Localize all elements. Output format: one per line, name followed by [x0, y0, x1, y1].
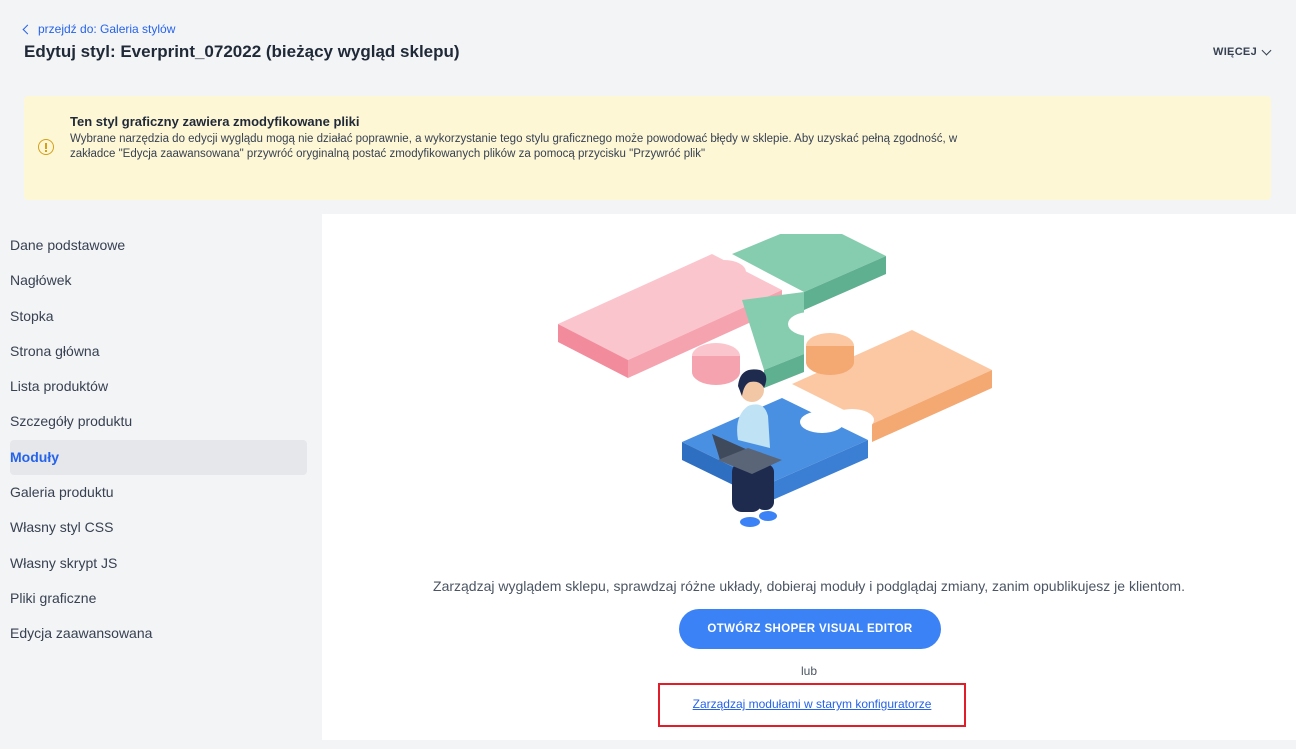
open-visual-editor-button[interactable]: OTWÓRZ SHOPER VISUAL EDITOR — [679, 609, 941, 649]
modules-description: Zarządzaj wyglądem sklepu, sprawdzaj róż… — [433, 578, 1185, 594]
back-to-gallery-link[interactable]: przejdź do: Galeria stylów — [22, 22, 175, 36]
sidebar-item-dane-podstawowe[interactable]: Dane podstawowe — [10, 228, 307, 263]
sidebar-item-galeria-produktu[interactable]: Galeria produktu — [10, 475, 307, 510]
sidebar-item-szczegoly-produktu[interactable]: Szczegóły produktu — [10, 404, 307, 439]
modules-panel: Zarządzaj wyglądem sklepu, sprawdzaj róż… — [322, 214, 1296, 740]
page-header: przejdź do: Galeria stylów Edytuj styl: … — [0, 0, 1296, 88]
or-separator: lub — [800, 664, 817, 678]
sidebar-item-naglowek[interactable]: Nagłówek — [10, 263, 307, 298]
sidebar-item-moduly[interactable]: Moduły — [10, 439, 307, 476]
sidebar-item-wlasny-skrypt-js[interactable]: Własny skrypt JS — [10, 546, 307, 581]
sidebar-item-edycja-zaawansowana[interactable]: Edycja zaawansowana — [10, 616, 307, 651]
back-link-label[interactable]: przejdź do: Galeria stylów — [38, 22, 175, 36]
chevron-down-icon — [1261, 45, 1272, 55]
info-circle-icon — [38, 139, 54, 155]
sidebar-item-pliki-graficzne[interactable]: Pliki graficzne — [10, 581, 307, 616]
page-title: Edytuj styl: Everprint_072022 (bieżący w… — [24, 42, 460, 61]
sidebar-item-strona-glowna[interactable]: Strona główna — [10, 334, 307, 369]
legacy-configurator-link[interactable]: Zarządzaj modułami w starym konfigurator… — [660, 697, 964, 711]
more-button[interactable]: WIĘCEJ — [1213, 45, 1272, 58]
legacy-configurator-highlight: Zarządzaj modułami w starym konfigurator… — [658, 683, 966, 727]
sidebar-item-stopka[interactable]: Stopka — [10, 299, 307, 334]
sidebar-item-lista-produktow[interactable]: Lista produktów — [10, 369, 307, 404]
alert-text: Wybrane narzędzia do edycji wyglądu mogą… — [70, 133, 958, 160]
puzzle-illustration — [558, 234, 992, 527]
style-sections-sidebar: Dane podstawowe Nagłówek Stopka Strona g… — [10, 228, 307, 652]
chevron-left-icon — [22, 24, 33, 35]
sidebar-item-wlasny-styl-css[interactable]: Własny styl CSS — [10, 510, 307, 545]
more-button-label[interactable]: WIĘCEJ — [1213, 46, 1257, 58]
modified-files-alert: Ten styl graficzny zawiera zmodyfikowane… — [24, 96, 1271, 200]
alert-title: Ten styl graficzny zawiera zmodyfikowane… — [70, 114, 360, 129]
